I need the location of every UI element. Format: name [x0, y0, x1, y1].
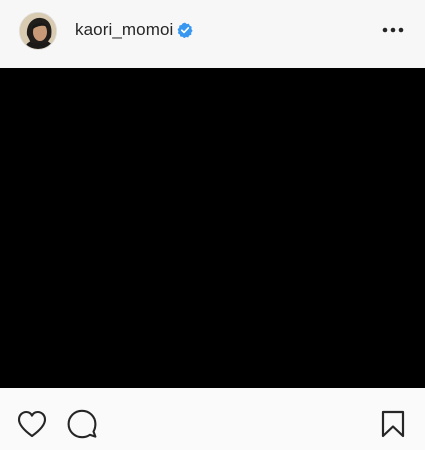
avatar[interactable] [19, 12, 57, 50]
ellipsis-icon [382, 27, 404, 33]
verified-badge-icon [178, 22, 194, 38]
post-header: kaori_momoi [0, 0, 425, 68]
save-button[interactable] [377, 408, 409, 440]
avatar-photo-icon [20, 13, 56, 49]
post-media[interactable] [0, 68, 425, 388]
comment-icon [67, 409, 97, 439]
post-actions [0, 388, 425, 450]
comment-button[interactable] [66, 408, 98, 440]
bookmark-icon [381, 410, 405, 438]
username-link[interactable]: kaori_momoi [75, 20, 173, 40]
username-group: kaori_momoi [75, 20, 194, 40]
more-options-button[interactable] [381, 19, 405, 41]
heart-icon [17, 410, 47, 438]
post-card: kaori_momoi [0, 0, 425, 450]
like-button[interactable] [16, 408, 48, 440]
